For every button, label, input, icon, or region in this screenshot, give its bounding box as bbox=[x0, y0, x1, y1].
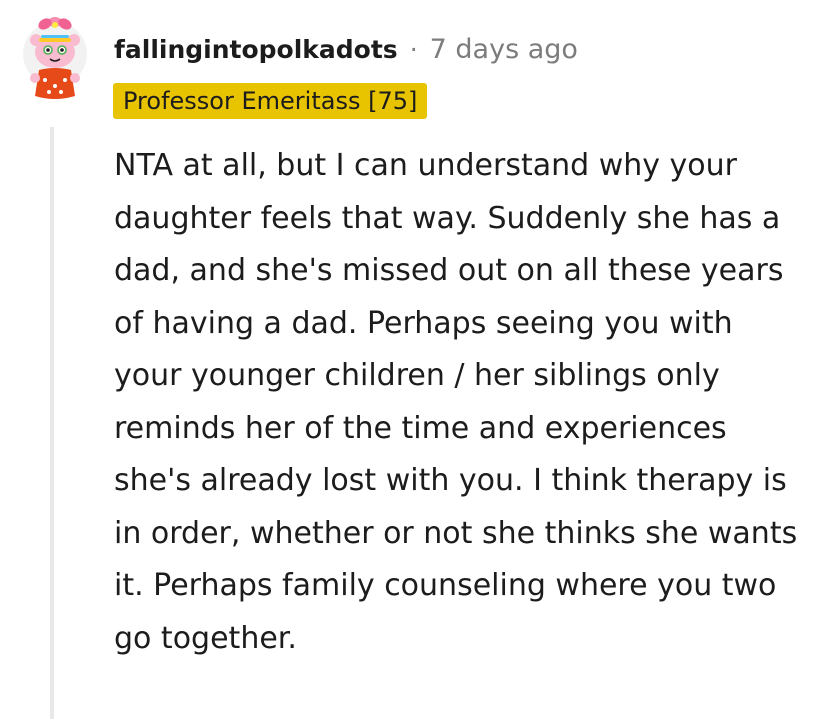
user-avatar[interactable] bbox=[21, 14, 89, 110]
username-link[interactable]: fallingintopolkadots bbox=[114, 35, 398, 64]
comment: fallingintopolkadots · 7 days ago Profes… bbox=[0, 0, 824, 719]
meta-separator: · bbox=[409, 34, 418, 64]
snoo-avatar-icon bbox=[23, 17, 87, 99]
comment-meta: fallingintopolkadots · 7 days ago bbox=[114, 30, 578, 68]
thread-collapse-line[interactable] bbox=[50, 127, 54, 719]
user-flair: Professor Emeritass [75] bbox=[113, 83, 428, 119]
comment-body: NTA at all, but I can understand why you… bbox=[114, 148, 798, 656]
comment-timestamp[interactable]: 7 days ago bbox=[430, 34, 578, 65]
